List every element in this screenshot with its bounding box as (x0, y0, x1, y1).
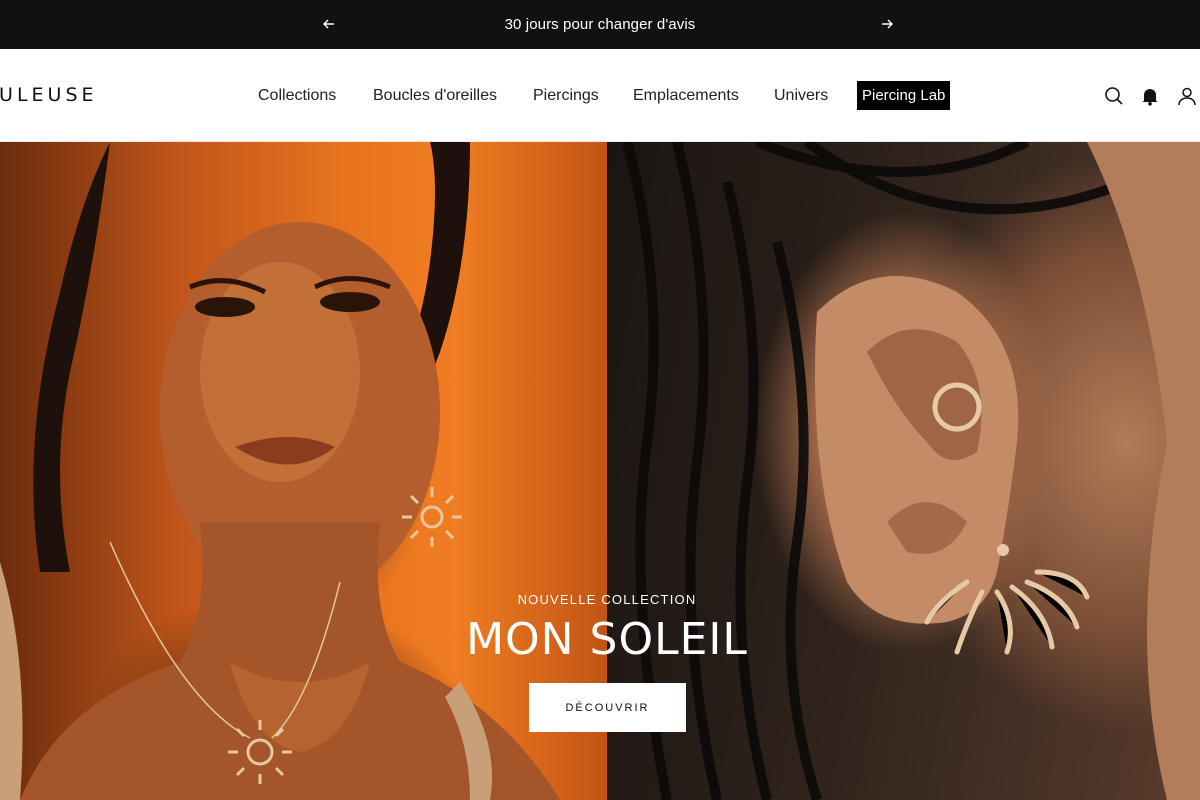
arrow-left-icon[interactable] (317, 12, 341, 36)
nav-item-boucles-doreilles[interactable]: Boucles d'oreilles (373, 82, 497, 110)
discover-button[interactable]: DÉCOUVRIR (529, 683, 686, 732)
announcement-message: 30 jours pour changer d'avis (504, 16, 696, 33)
ear-illustration (622, 142, 1200, 800)
site-header: BULEUSE Collections Boucles d'oreilles P… (0, 49, 1200, 142)
nav-item-collections[interactable]: Collections (258, 82, 336, 110)
nav-item-emplacements[interactable]: Emplacements (633, 82, 739, 110)
hero-title: MON SOLEIL (466, 614, 748, 665)
hero-copy: NOUVELLE COLLECTION MON SOLEIL (400, 592, 814, 665)
account-icon[interactable] (1176, 85, 1198, 107)
brand-logo[interactable]: BULEUSE (0, 84, 98, 106)
nav-item-univers[interactable]: Univers (774, 82, 828, 110)
bell-icon[interactable] (1139, 85, 1161, 107)
nav-item-piercing-lab[interactable]: Piercing Lab (857, 81, 951, 110)
hero-image-portrait (0, 142, 607, 800)
announcement-bar: 30 jours pour changer d'avis (0, 0, 1200, 49)
hero-image-ear (607, 142, 1200, 800)
portrait-illustration (0, 142, 560, 800)
arrow-right-icon[interactable] (875, 12, 899, 36)
hero-eyebrow: NOUVELLE COLLECTION (517, 592, 697, 607)
nav-item-piercings[interactable]: Piercings (533, 82, 599, 110)
search-icon[interactable] (1103, 85, 1125, 107)
